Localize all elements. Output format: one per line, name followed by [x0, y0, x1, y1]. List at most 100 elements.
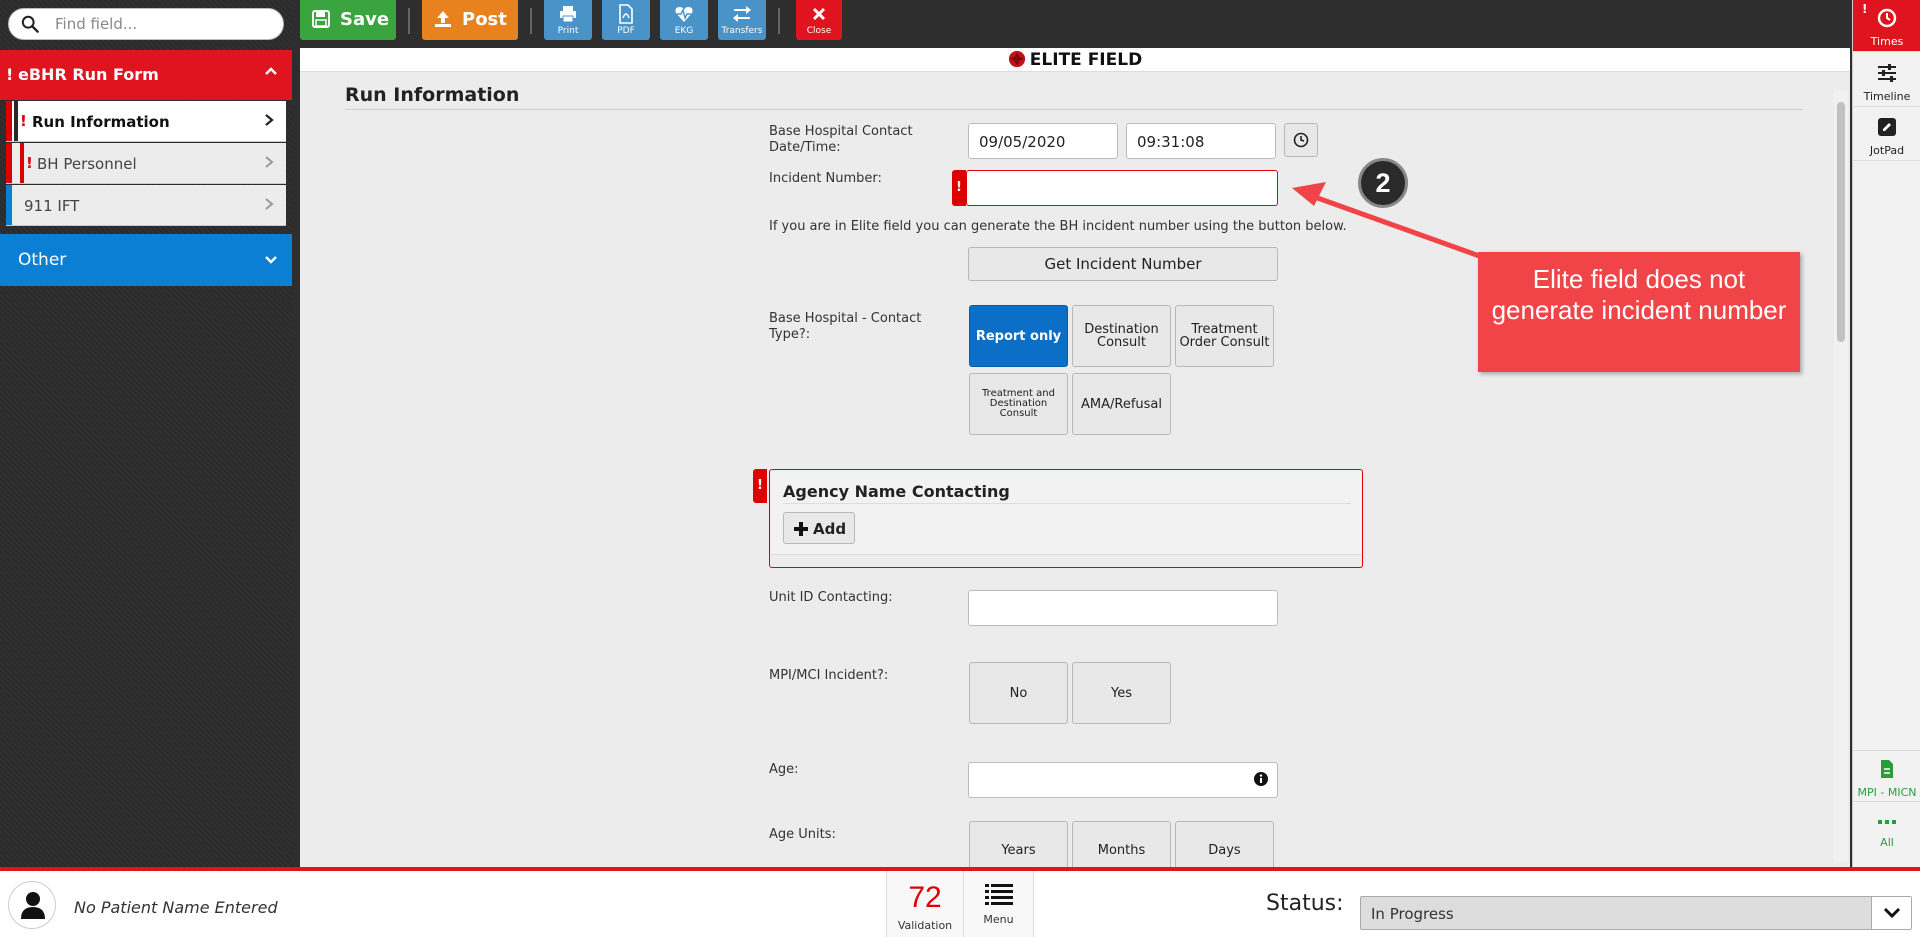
contact-date-field[interactable]: 09/05/2020 — [968, 123, 1118, 159]
chevron-right-icon — [265, 156, 274, 168]
mci-option-no[interactable]: No — [969, 662, 1068, 724]
get-incident-number-button[interactable]: Get Incident Number — [968, 247, 1278, 281]
pdf-file-icon — [619, 4, 633, 24]
patient-name: No Patient Name Entered — [74, 898, 278, 917]
times-button[interactable]: ! Times — [1853, 0, 1920, 52]
add-agency-button[interactable]: Add — [783, 512, 855, 544]
status-select[interactable]: In Progress — [1360, 896, 1912, 930]
agency-name-title: Agency Name Contacting — [783, 482, 1010, 501]
sidebar-item-bh-personnel[interactable]: ! BH Personnel — [6, 143, 286, 184]
post-label: Post — [462, 9, 507, 30]
other-section-header[interactable]: Other — [0, 234, 292, 286]
sidebar-item-911-ift[interactable]: 911 IFT — [6, 185, 286, 226]
search-icon — [21, 15, 39, 33]
right-tool-panel: ! Times Timeline JotPad MPI - MICN All — [1852, 0, 1920, 867]
validation-label: Validation — [897, 919, 953, 932]
validation-button[interactable]: 72 Validation — [886, 871, 964, 937]
field-search-box[interactable] — [8, 8, 284, 40]
clock-icon — [1293, 132, 1309, 148]
ekg-label: EKG — [674, 26, 694, 36]
status-dropdown-toggle[interactable] — [1871, 897, 1911, 929]
printer-icon — [560, 6, 576, 23]
chevron-down-icon — [1883, 907, 1901, 919]
agency-name-panel: Agency Name Contacting Add — [769, 469, 1363, 568]
menu-button[interactable]: Menu — [964, 871, 1034, 937]
section-title: Run Information — [345, 84, 520, 106]
contact-time-field[interactable]: 09:31:08 — [1126, 123, 1276, 159]
all-label: All — [1880, 836, 1894, 849]
ekg-button[interactable]: EKG — [660, 0, 708, 40]
incident-number-label: Incident Number: — [769, 171, 882, 186]
other-section-label: Other — [18, 250, 67, 270]
chevron-right-icon — [265, 198, 274, 210]
agency-divider — [783, 503, 1351, 504]
unit-id-label: Unit ID Contacting: — [769, 590, 893, 605]
age-field[interactable] — [968, 762, 1278, 798]
sidebar-item-label: BH Personnel — [37, 155, 137, 173]
form-section-header[interactable]: ! eBHR Run Form — [0, 50, 292, 100]
print-button[interactable]: Print — [544, 0, 592, 40]
sidebar-item-label: Run Information — [32, 113, 170, 131]
app-title: ELITE FIELD — [1029, 50, 1143, 70]
section-color-stripe — [6, 185, 12, 225]
all-tools-button[interactable]: All — [1853, 806, 1920, 858]
contact-type-ama-refusal[interactable]: AMA/Refusal — [1072, 373, 1171, 435]
contact-type-treatment-order-consult[interactable]: Treatment Order Consult — [1175, 305, 1274, 367]
status-label: Status: — [1266, 891, 1344, 916]
required-error-flag: ! — [753, 469, 767, 503]
list-menu-icon — [985, 884, 1013, 905]
contact-type-destination-consult[interactable]: Destination Consult — [1072, 305, 1171, 367]
unit-id-field[interactable] — [968, 590, 1278, 626]
form-error-flag: ! — [6, 65, 14, 84]
contact-type-treatment-and-destination[interactable]: Treatment and Destination Consult — [969, 373, 1068, 435]
patient-avatar[interactable] — [8, 881, 56, 929]
print-label: Print — [557, 26, 579, 36]
status-value: In Progress — [1371, 905, 1454, 923]
save-button[interactable]: Save — [300, 0, 396, 40]
search-input[interactable] — [55, 14, 275, 34]
transfers-button[interactable]: Transfers — [718, 0, 766, 40]
mci-option-yes[interactable]: Yes — [1072, 662, 1171, 724]
jotpad-label: JotPad — [1869, 144, 1905, 157]
app-header: ELITE FIELD — [300, 48, 1850, 72]
post-button[interactable]: Post — [422, 0, 518, 40]
age-unit-years[interactable]: Years — [969, 821, 1068, 867]
incident-number-field[interactable] — [966, 170, 1278, 206]
info-icon[interactable] — [1254, 772, 1268, 786]
contact-type-report-only[interactable]: Report only — [969, 305, 1068, 367]
floppy-disk-icon — [312, 10, 330, 28]
close-label: Close — [806, 26, 832, 36]
annotation-callout: Elite field does not generate incident n… — [1478, 252, 1800, 372]
sidebar-item-run-information[interactable]: ! Run Information — [6, 101, 286, 142]
jotpad-button[interactable]: JotPad — [1853, 109, 1920, 161]
scrollbar-thumb[interactable] — [1837, 102, 1845, 342]
times-label: Times — [1870, 35, 1904, 48]
sliders-icon — [1878, 64, 1896, 82]
more-dots-icon — [1878, 820, 1896, 824]
mpi-micn-label: MPI - MICN — [1857, 786, 1917, 799]
age-units-label: Age Units: — [769, 827, 836, 842]
form-title: eBHR Run Form — [18, 65, 159, 84]
contact-type-label: Base Hospital - Contact Type?: — [769, 311, 922, 342]
set-time-button[interactable] — [1284, 123, 1318, 157]
pencil-square-icon — [1878, 118, 1896, 136]
section-divider — [345, 109, 1803, 110]
age-unit-months[interactable]: Months — [1072, 821, 1171, 867]
close-icon — [812, 7, 826, 21]
upload-icon — [435, 11, 451, 27]
validation-count: 72 — [908, 881, 942, 914]
toolbar-divider — [530, 8, 532, 34]
error-flag-icon: ! — [26, 154, 33, 172]
agency-panel-body: Agency Name Contacting Add — [771, 471, 1361, 555]
toolbar-divider — [408, 8, 410, 34]
pdf-button[interactable]: PDF — [602, 0, 650, 40]
timeline-button[interactable]: Timeline — [1853, 55, 1920, 107]
age-unit-days[interactable]: Days — [1175, 821, 1274, 867]
bottom-status-bar: No Patient Name Entered 72 Validation Me… — [0, 871, 1920, 937]
content-scrollbar[interactable] — [1834, 90, 1848, 862]
close-button[interactable]: Close — [796, 0, 842, 40]
section-color-stripe — [14, 101, 18, 141]
mpi-micn-button[interactable]: MPI - MICN — [1853, 750, 1920, 802]
incident-help-text: If you are in Elite field you can genera… — [769, 219, 1347, 234]
save-label: Save — [340, 9, 390, 30]
